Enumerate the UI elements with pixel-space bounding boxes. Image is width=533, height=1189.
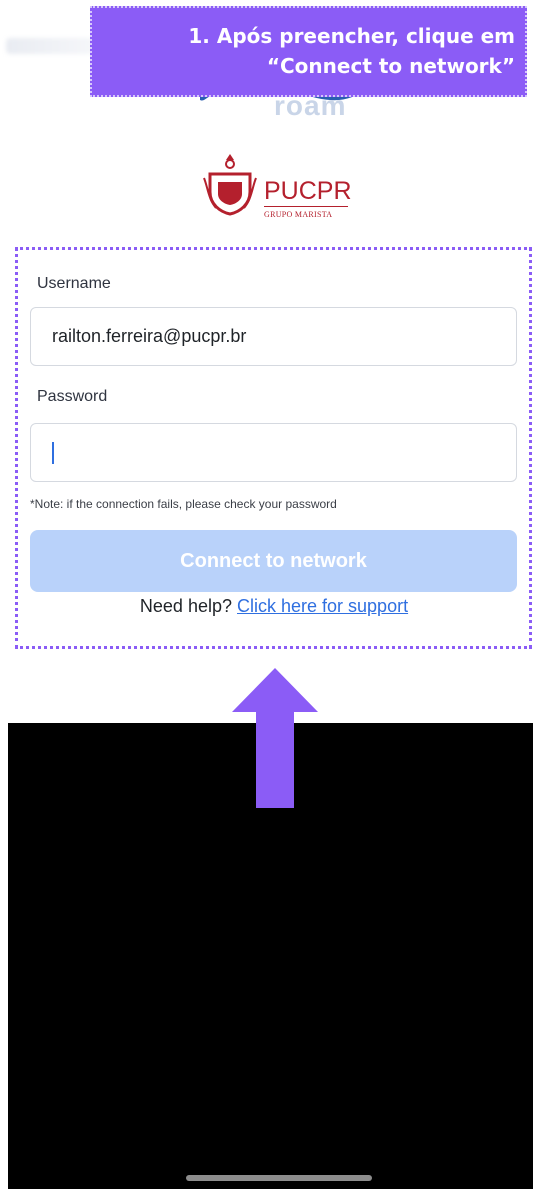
connect-to-network-button[interactable]: Connect to network [30,530,517,592]
help-prefix: Need help? [139,596,232,616]
callout-line-1: 1. Após preencher, clique em [188,24,515,48]
instruction-callout: 1. Após preencher, clique em “Connect to… [90,6,527,97]
pucpr-logo: PUCPR GRUPO MARISTA [200,152,360,232]
username-label: Username [37,275,111,292]
callout-line-2: “Connect to network” [266,54,515,78]
home-indicator[interactable] [186,1175,372,1181]
password-label: Password [37,388,108,405]
pucpr-crest-icon [203,154,257,216]
blurred-header-text [6,38,98,54]
pucpr-subtitle: GRUPO MARISTA [264,210,333,219]
text-cursor [52,441,54,464]
support-link[interactable]: Click here for support [237,596,408,616]
connection-note: *Note: if the connection fails, please c… [30,497,337,511]
pucpr-name: PUCPR [264,177,352,205]
password-field[interactable] [30,423,517,482]
help-line: Need help? Click here for support [0,596,533,617]
up-arrow-icon [232,668,318,808]
pucpr-divider [264,206,348,207]
username-field[interactable]: railton.ferreira@pucpr.br [30,307,517,366]
username-value: railton.ferreira@pucpr.br [52,326,247,346]
